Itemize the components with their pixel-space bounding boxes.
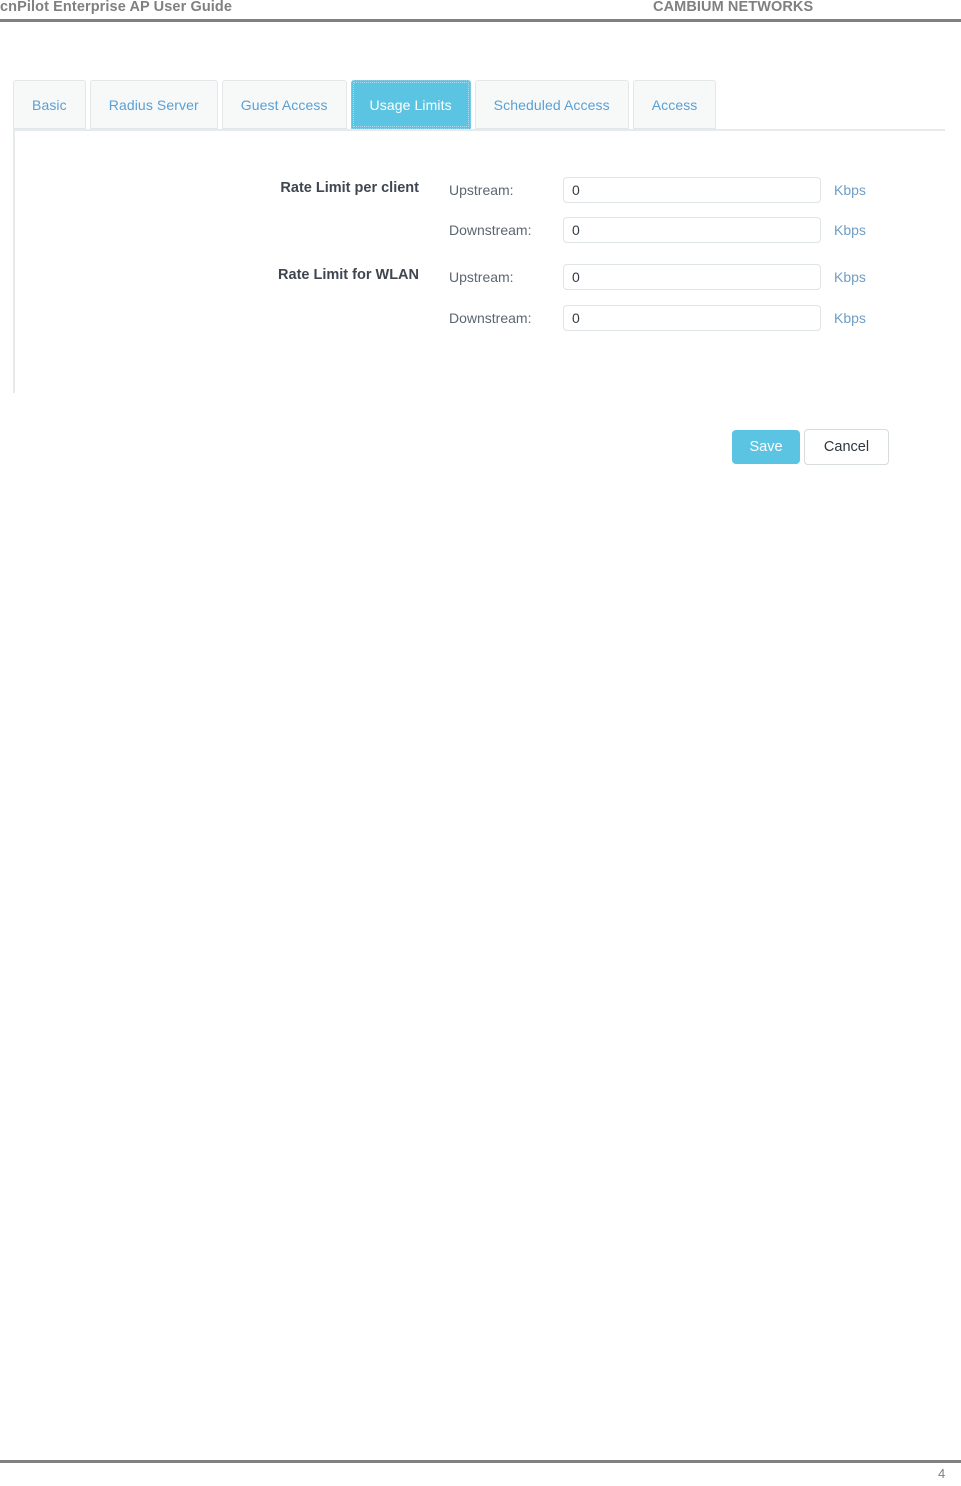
tab-basic[interactable]: Basic [13, 80, 86, 129]
tab-access-label: Access [651, 96, 698, 113]
input-per-client-downstream[interactable] [563, 217, 821, 243]
tab-basic-label: Basic [32, 96, 67, 113]
group-label-rate-limit-per-client: Rate Limit per client [280, 180, 419, 196]
tab-scheduled-access[interactable]: Scheduled Access [474, 80, 629, 129]
wlan-configuration-panel: Basic Radius Server Guest Access Usage L… [13, 80, 946, 465]
document-header: cnPilot Enterprise AP User Guide CAMBIUM… [0, 0, 961, 23]
unit-wlan-downstream: Kbps [834, 310, 866, 326]
document-title: cnPilot Enterprise AP User Guide [0, 0, 233, 15]
footer-divider [0, 1460, 961, 1463]
usage-limits-form: Rate Limit per client Upstream: Kbps Dow… [13, 131, 945, 465]
brand-name: CAMBIUM NETWORKS [653, 0, 814, 15]
tab-access[interactable]: Access [632, 80, 717, 129]
page-number: 4 [938, 1466, 946, 1481]
header-divider [0, 19, 961, 22]
cancel-button[interactable]: Cancel [804, 429, 889, 465]
tab-guest-access[interactable]: Guest Access [221, 80, 347, 129]
tab-guest-access-label: Guest Access [240, 96, 328, 113]
tab-usage-limits[interactable]: Usage Limits [350, 80, 471, 129]
input-wlan-downstream[interactable] [563, 305, 821, 331]
group-label-rate-limit-for-wlan: Rate Limit for WLAN [278, 267, 419, 283]
unit-wlan-upstream: Kbps [834, 269, 866, 285]
tab-radius-server[interactable]: Radius Server [89, 80, 218, 129]
unit-per-client-downstream: Kbps [834, 222, 866, 238]
field-label-wlan-downstream: Downstream: [449, 310, 532, 326]
tab-scheduled-access-label: Scheduled Access [493, 96, 610, 113]
tab-usage-limits-label: Usage Limits [369, 96, 452, 113]
input-per-client-upstream[interactable] [563, 177, 821, 203]
tab-radius-server-label: Radius Server [108, 96, 199, 113]
save-button[interactable]: Save [732, 430, 800, 464]
field-label-per-client-upstream: Upstream: [449, 182, 514, 198]
input-wlan-upstream[interactable] [563, 264, 821, 290]
unit-per-client-upstream: Kbps [834, 182, 866, 198]
tab-bar: Basic Radius Server Guest Access Usage L… [13, 80, 720, 131]
field-label-wlan-upstream: Upstream: [449, 269, 514, 285]
field-label-per-client-downstream: Downstream: [449, 222, 532, 238]
